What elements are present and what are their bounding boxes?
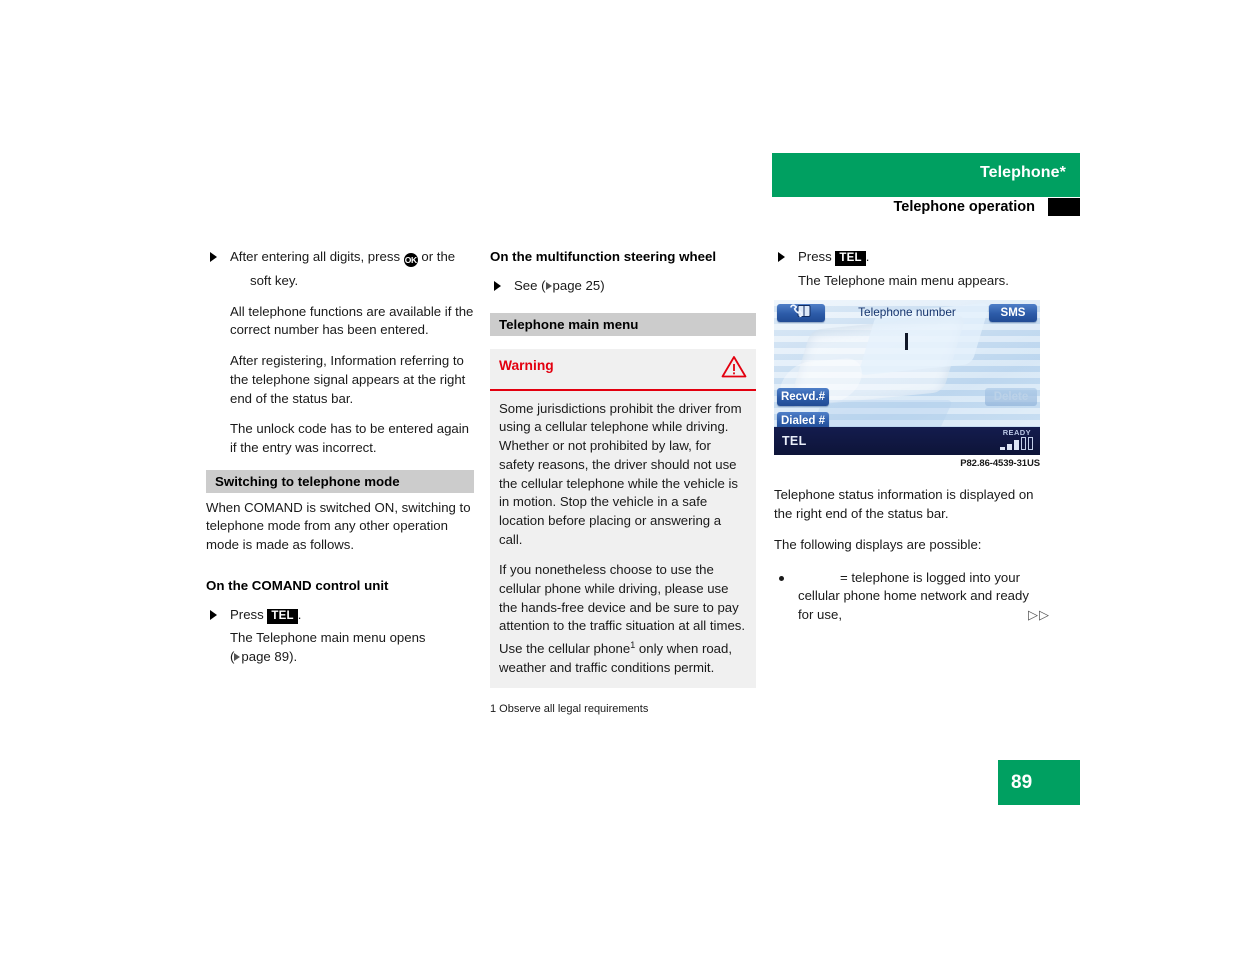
heading-telephone-main-menu: Telephone main menu	[490, 312, 756, 336]
result-line1: The Telephone main menu opens	[230, 630, 426, 646]
para-all-functions: All telephone functions are available if…	[230, 303, 474, 338]
chapter-title: Telephone*	[979, 164, 1066, 181]
para-when-comand-switched-on: When COMAND is switched ON, switching to…	[206, 499, 471, 553]
see-text-post: page 25)	[552, 278, 605, 293]
bullet-logged-into-home-network: = telephone is logged into your cellular…	[774, 569, 1049, 625]
lcd-status-mode-label: TEL	[782, 434, 807, 449]
section-title: Telephone operation	[893, 199, 1035, 215]
warning-triangle-icon	[721, 355, 747, 383]
left-column: After entering all digits, press OK or t…	[206, 248, 474, 679]
lcd-delete-button[interactable]: Delete	[985, 388, 1037, 407]
para-after-registering: After registering, Information referring…	[230, 353, 466, 406]
step-text-post: .	[865, 249, 870, 264]
step-arrow-icon	[778, 252, 785, 262]
step-text-pre: Press	[798, 249, 832, 264]
step-enter-digits: After entering all digits, press OK or t…	[206, 248, 474, 267]
warning-box: Warning Some jurisdictions prohibit the …	[490, 348, 756, 688]
page-ref-arrow-icon	[545, 282, 552, 290]
step-see-page-25: See ( page 25)	[490, 277, 756, 296]
para-following-displays: The following displays are possible:	[774, 536, 982, 552]
lcd-sms-button[interactable]: SMS	[989, 304, 1037, 323]
section-header-row: Telephone operation	[772, 198, 1080, 220]
lcd-status-ready-label: READY	[1002, 428, 1031, 438]
step-text-post: or the	[421, 249, 456, 264]
see-text-pre: See (	[514, 278, 546, 293]
warning-title: Warning	[499, 357, 554, 373]
figure-caption: P82.86-4539-31US	[960, 458, 1040, 470]
ok-key-icon: OK	[403, 253, 418, 267]
step-result-main-menu-appears: The Telephone main menu appears.	[798, 272, 1009, 288]
heading-switching-to-telephone-mode: Switching to telephone mode	[206, 469, 474, 493]
chapter-header-banner: Telephone*	[772, 153, 1080, 197]
page-ref-arrow-icon	[234, 653, 241, 662]
warning-para-2: If you nonetheless choose to use the cel…	[499, 561, 747, 677]
lcd-status-bar: TEL READY	[774, 427, 1040, 456]
lcd-signal-strength-icon	[1000, 437, 1033, 451]
tel-key-icon: TEL	[267, 608, 298, 624]
step-enter-digits-line2: soft key.	[250, 273, 299, 288]
page-number-block: 89	[998, 760, 1080, 805]
step-result-main-menu-opens: The Telephone main menu opens (page 89).	[230, 630, 426, 665]
warning-title-row: Warning	[490, 349, 756, 391]
warning-para-1: Some jurisdictions prohibit the driver f…	[499, 400, 742, 547]
right-column: Press TEL. The Telephone main menu appea…	[774, 248, 1049, 629]
para-unlock-code: The unlock code has to be entered again …	[230, 421, 470, 455]
bullet-dot-icon	[779, 575, 784, 581]
section-thumb-tab	[1048, 198, 1080, 216]
step-press-tel-left: Press TEL.	[206, 606, 474, 625]
middle-column: On the multifunction steering wheel See …	[490, 248, 756, 717]
lcd-display: Telephone number SMS Recvd.# Dialed # De…	[774, 300, 1040, 456]
tel-key-icon: TEL	[835, 251, 866, 266]
footnote-text: 1 Observe all legal requirements	[490, 702, 649, 715]
step-arrow-icon	[210, 252, 217, 262]
page-number: 89	[1011, 772, 1033, 793]
heading-multifunction-steering-wheel: On the multifunction steering wheel	[490, 249, 717, 264]
warning-body: Some jurisdictions prohibit the driver f…	[490, 391, 756, 688]
para-status-info: Telephone status information is displaye…	[774, 487, 1034, 522]
continuation-arrows-icon: ▷▷	[1028, 606, 1050, 622]
step-arrow-icon	[210, 609, 217, 620]
bullet-text: = telephone is logged into your cellular…	[798, 569, 1029, 622]
step-text-pre: After entering all digits, press	[230, 249, 401, 264]
lcd-received-numbers-button[interactable]: Recvd.#	[777, 388, 829, 407]
result-line2: page 89).	[241, 649, 298, 665]
step-text-pre: Press	[230, 606, 264, 622]
step-arrow-icon	[494, 281, 501, 291]
heading-comand-control-unit: On the COMAND control unit	[206, 577, 389, 593]
lcd-screenshot-figure: Telephone number SMS Recvd.# Dialed # De…	[774, 300, 1040, 469]
lcd-text-cursor	[905, 333, 908, 351]
step-text-post: .	[297, 606, 302, 622]
step-press-tel-right: Press TEL.	[774, 248, 1042, 267]
lcd-phonebook-icon-button[interactable]	[777, 304, 825, 323]
